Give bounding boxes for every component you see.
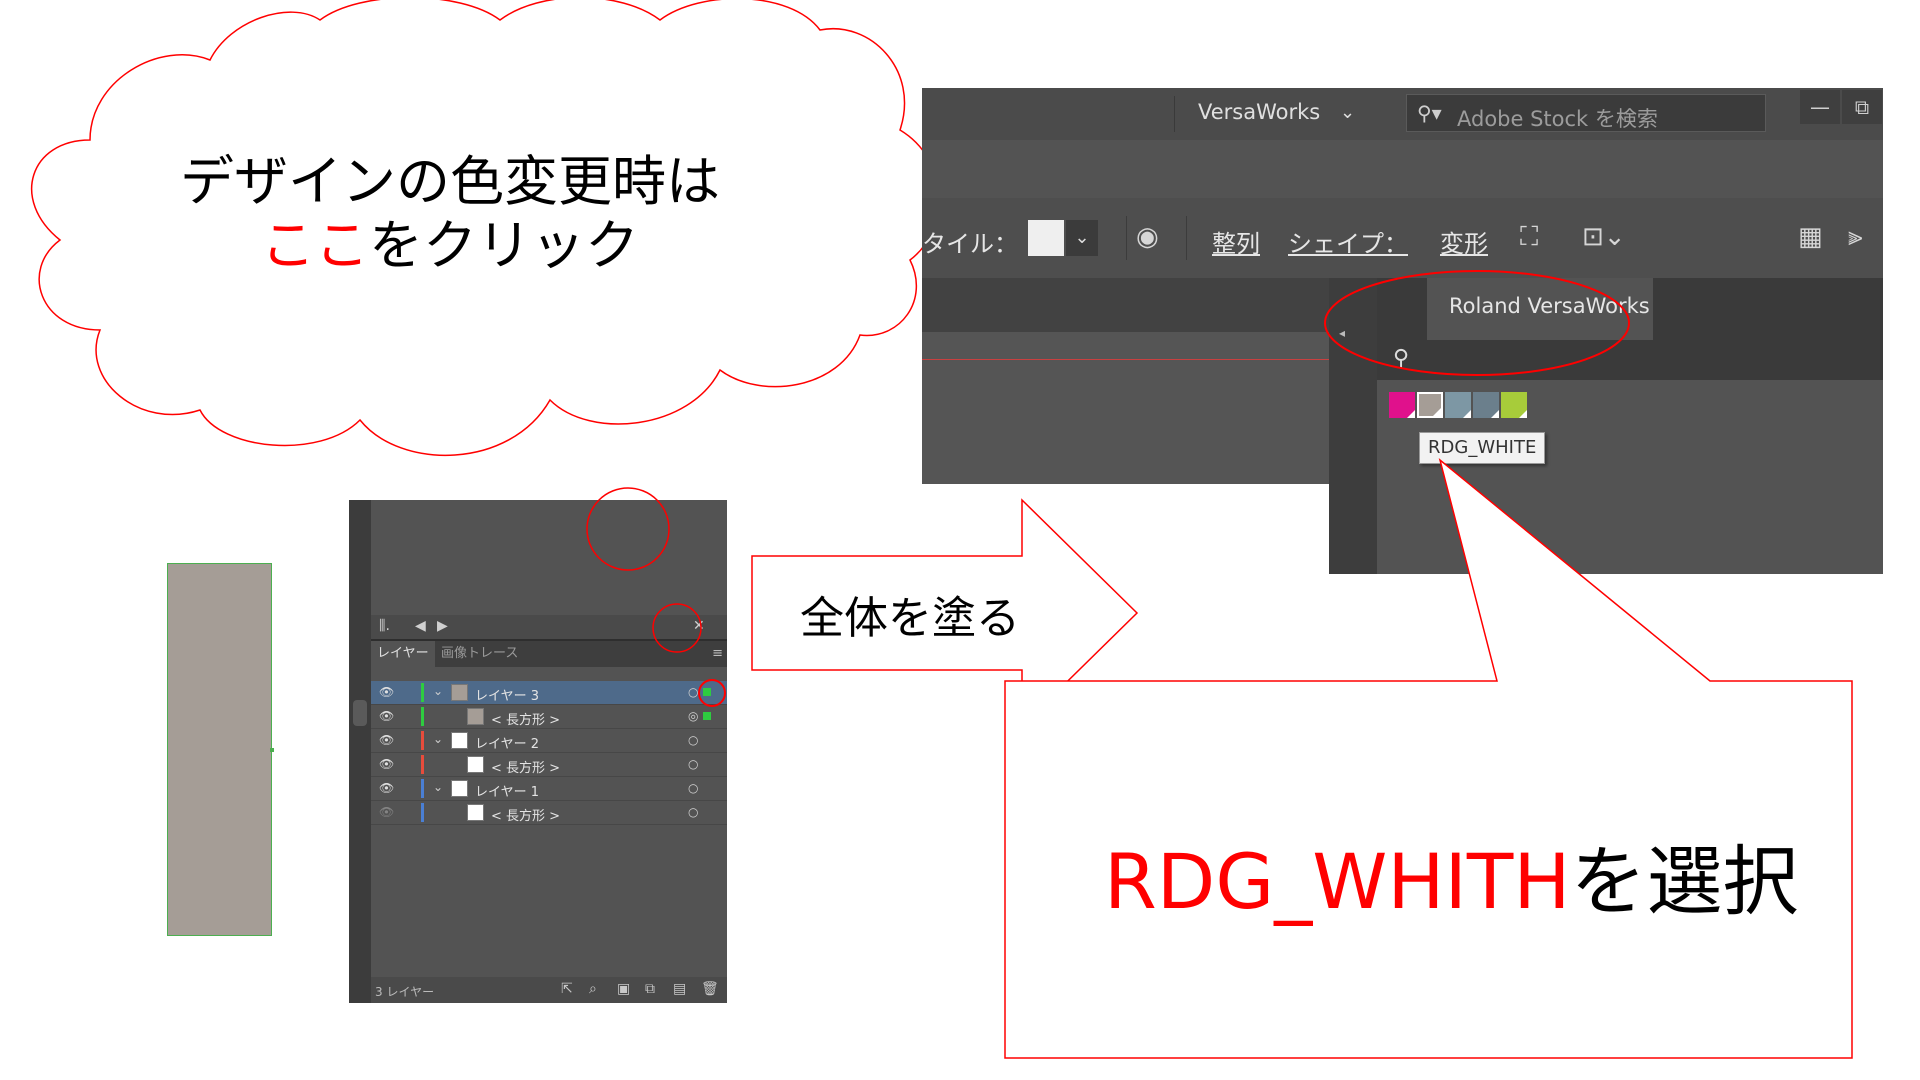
minimize-button[interactable]: — xyxy=(1800,90,1840,124)
panel-toggle-icon[interactable]: ⫸ xyxy=(1848,222,1863,253)
style-dropdown[interactable]: ⌄ xyxy=(1066,220,1098,256)
tab-label: Roland VersaWorks xyxy=(1449,294,1650,318)
stock-search-input[interactable]: ⚲▾ Adobe Stock を検索 xyxy=(1406,94,1766,132)
separator xyxy=(1186,216,1187,260)
align-link[interactable]: 整列 xyxy=(1212,224,1260,259)
swatch-area: RDG_WHITE xyxy=(1377,380,1883,574)
chevron-down-icon[interactable]: ⌄ xyxy=(1340,102,1355,123)
spot-color-corner-icon xyxy=(1407,410,1415,418)
callout-highlight: RDG_WHITH xyxy=(1104,837,1571,926)
search-icon: ⚲ xyxy=(1393,346,1410,371)
arrow-text: 全体を塗る xyxy=(800,593,1020,644)
title-separator xyxy=(1174,96,1175,132)
style-swatch[interactable] xyxy=(1028,220,1064,256)
tab-roland-versaworks[interactable]: Roland VersaWorks xyxy=(1427,278,1653,340)
illustrator-window: VersaWorks ⌄ ⚲▾ Adobe Stock を検索 — ⧉ タイル：… xyxy=(922,88,1883,574)
select-similar-icon[interactable]: ⊡⌄ xyxy=(1582,222,1626,252)
title-bar: VersaWorks ⌄ ⚲▾ Adobe Stock を検索 — ⧉ xyxy=(922,88,1883,140)
swatch-tooltip: RDG_WHITE xyxy=(1419,432,1546,464)
collapse-arrow-icon[interactable]: ◂ xyxy=(1339,326,1345,340)
arrange-icon[interactable]: ▦ xyxy=(1798,222,1823,252)
separator xyxy=(1126,216,1127,260)
recolor-icon[interactable]: ◉ xyxy=(1136,222,1159,252)
panel-tab-strip: Roland VersaWorks xyxy=(1377,278,1883,340)
panel-dock-gutter: ◂ xyxy=(1329,278,1377,574)
workspace-switcher[interactable]: VersaWorks xyxy=(1198,100,1320,124)
restore-button[interactable]: ⧉ xyxy=(1842,90,1882,124)
color-swatch[interactable] xyxy=(1445,392,1471,418)
color-swatch[interactable] xyxy=(1473,392,1499,418)
spot-color-corner-icon xyxy=(1491,410,1499,418)
shape-link[interactable]: シェイプ： xyxy=(1288,224,1408,259)
menu-bar xyxy=(922,140,1883,198)
style-label: タイル： xyxy=(922,230,1018,258)
color-swatch[interactable] xyxy=(1389,392,1415,418)
search-icon: ⚲▾ xyxy=(1417,101,1442,125)
color-swatch[interactable] xyxy=(1501,392,1527,418)
guide-line xyxy=(922,359,1331,360)
document-canvas[interactable] xyxy=(922,332,1331,484)
callout-rest: を選択 xyxy=(1570,837,1799,926)
document-tab-bar xyxy=(922,278,1331,332)
transform-link[interactable]: 変形 xyxy=(1440,224,1488,259)
color-swatch[interactable] xyxy=(1417,392,1443,418)
spot-color-corner-icon xyxy=(1519,410,1527,418)
spot-color-corner-icon xyxy=(1433,408,1441,416)
spot-color-corner-icon xyxy=(1463,410,1471,418)
swatch-search-row[interactable]: ⚲ xyxy=(1377,340,1883,380)
isolate-icon[interactable]: ⛶ xyxy=(1520,222,1538,253)
callout-text: RDG_WHITHを選択 xyxy=(1104,820,1799,930)
search-placeholder: Adobe Stock を検索 xyxy=(1457,107,1658,131)
control-bar: タイル： ⌄ ◉ 整列 シェイプ： 変形 ⛶ ⊡⌄ ▦ ⫸ xyxy=(922,198,1883,278)
versaworks-panel: ◂ Roland VersaWorks ⚲ RDG_WHITE xyxy=(1329,278,1883,574)
